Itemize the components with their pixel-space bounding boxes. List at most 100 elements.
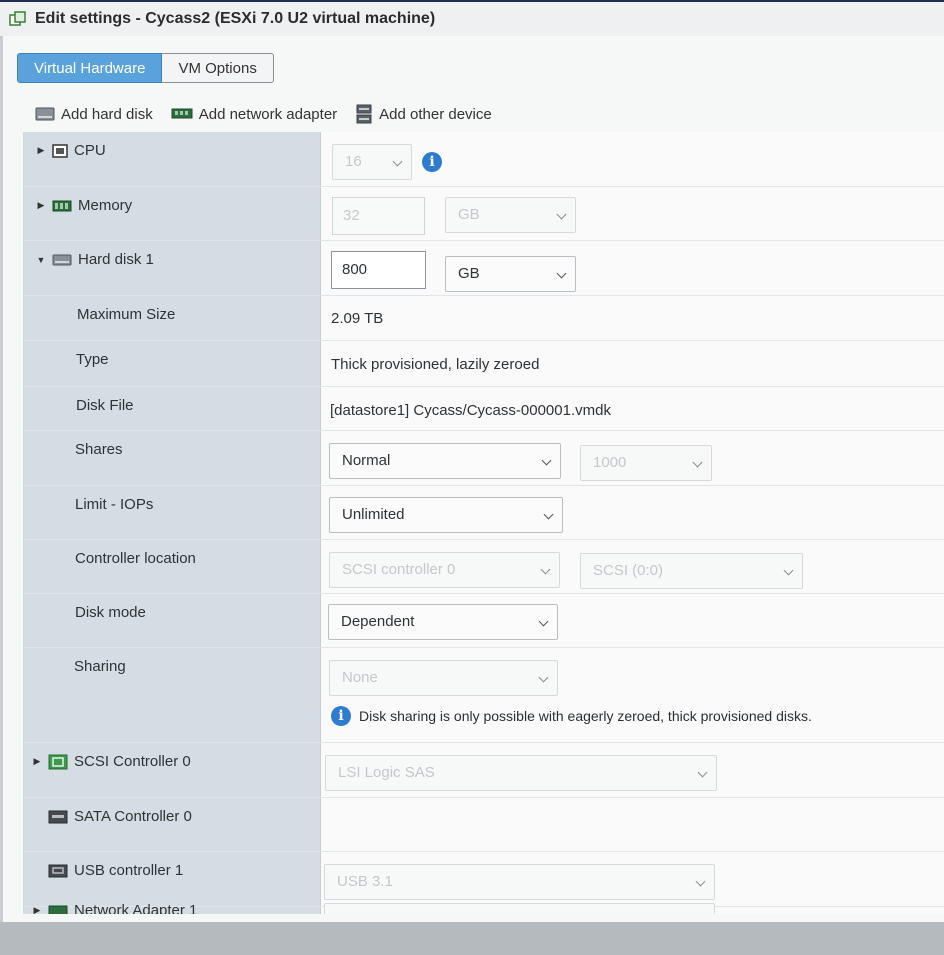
dialog-bottom-edge	[0, 922, 944, 955]
disk-mode-select[interactable]: Dependent	[328, 604, 558, 640]
disk-type-row: Type Thick provisioned, lazily zeroed	[24, 341, 944, 387]
disk-mode-label: Disk mode	[75, 604, 146, 621]
sharing-row: Sharing None i Disk sharing is only poss…	[24, 648, 944, 743]
chevron-down-icon	[783, 565, 794, 576]
title-bar: Edit settings - Cycass2 (ESXi 7.0 U2 vir…	[0, 2, 944, 37]
sata-controller-icon	[48, 810, 68, 824]
other-device-icon	[355, 104, 373, 124]
cpu-icon	[52, 143, 68, 158]
disk-type-label: Type	[76, 351, 109, 368]
memory-size-input[interactable]: 32	[332, 197, 425, 235]
network-adapter-select[interactable]	[324, 903, 715, 914]
scsi-controller-expander[interactable]: ▶ SCSI Controller 0	[32, 753, 191, 770]
memory-expander[interactable]: ▶ Memory	[36, 197, 133, 214]
usb-controller-label: USB controller 1	[74, 862, 184, 879]
scsi-controller-row: ▶ SCSI Controller 0 LSI Logic SAS	[24, 743, 944, 798]
shares-row: Shares Normal 1000	[24, 431, 944, 486]
disk-type-value: Thick provisioned, lazily zeroed	[331, 356, 540, 373]
add-other-device-button[interactable]: Add other device	[355, 104, 492, 124]
add-network-adapter-label: Add network adapter	[198, 105, 338, 123]
info-icon[interactable]: i	[422, 152, 442, 172]
hard-disk-expander[interactable]: ▼ Hard disk 1	[36, 251, 154, 268]
sata-controller-label: SATA Controller 0	[74, 808, 192, 825]
disk-mode-row: Disk mode Dependent	[24, 594, 944, 648]
chevron-down-icon	[556, 268, 567, 279]
tab-strip: Virtual Hardware VM Options	[17, 53, 274, 83]
expand-arrow-icon: ▶	[37, 145, 45, 155]
chevron-down-icon	[695, 876, 706, 887]
max-size-row: Maximum Size 2.09 TB	[24, 296, 944, 341]
sata-controller-row: SATA Controller 0	[24, 798, 944, 852]
window-title: Edit settings - Cycass2 (ESXi 7.0 U2 vir…	[35, 10, 436, 27]
collapse-arrow-icon: ▼	[36, 254, 46, 265]
sharing-info-message: i Disk sharing is only possible with eag…	[331, 706, 812, 726]
network-adapter-row: ▶ Network Adapter 1	[24, 902, 944, 914]
shares-label: Shares	[75, 441, 123, 458]
expand-arrow-icon: ▶	[37, 200, 45, 210]
max-size-label: Maximum Size	[77, 306, 176, 323]
hard-disk-icon	[52, 254, 72, 266]
controller-location-label: Controller location	[75, 550, 196, 567]
sharing-select[interactable]: None	[329, 660, 558, 696]
hard-disk-unit-select[interactable]: GB	[445, 256, 576, 292]
usb-controller-row: USB controller 1 USB 3.1	[24, 852, 944, 907]
add-other-device-label: Add other device	[379, 105, 492, 123]
hard-disk-size-input[interactable]: 800	[331, 251, 426, 289]
cpu-count-select[interactable]: 16	[332, 144, 412, 180]
scsi-controller-label: SCSI Controller 0	[74, 753, 191, 770]
sata-controller-item[interactable]: SATA Controller 0	[48, 808, 192, 825]
limit-iops-label: Limit - IOPs	[75, 496, 154, 513]
hard-disk-row: ▼ Hard disk 1 800 GB	[24, 241, 944, 296]
add-network-adapter-button[interactable]: Add network adapter	[171, 106, 337, 123]
sharing-label: Sharing	[74, 658, 126, 675]
usb-controller-icon	[48, 864, 68, 878]
scsi-controller-icon	[48, 754, 68, 770]
hard-disk-icon	[35, 107, 55, 121]
limit-iops-select[interactable]: Unlimited	[329, 497, 563, 533]
chevron-down-icon	[556, 209, 567, 220]
chevron-down-icon	[540, 564, 551, 575]
chevron-down-icon	[538, 616, 549, 627]
usb-controller-item[interactable]: USB controller 1	[48, 862, 183, 879]
chevron-down-icon	[392, 156, 403, 167]
network-adapter-expander[interactable]: ▶ Network Adapter 1	[32, 902, 197, 914]
vm-settings-icon	[9, 11, 27, 27]
cpu-expander[interactable]: ▶ CPU	[36, 142, 106, 159]
tab-vm-options[interactable]: VM Options	[162, 53, 274, 83]
disk-file-label: Disk File	[76, 397, 134, 414]
info-icon: i	[331, 706, 351, 726]
limit-iops-row: Limit - IOPs Unlimited	[24, 486, 944, 540]
hard-disk-label: Hard disk 1	[78, 251, 154, 268]
disk-file-row: Disk File [datastore1] Cycass/Cycass-000…	[24, 387, 944, 431]
tab-virtual-hardware[interactable]: Virtual Hardware	[17, 53, 163, 83]
expand-arrow-icon: ▶	[33, 756, 41, 766]
network-adapter-label: Network Adapter 1	[74, 902, 198, 914]
controller-slot-select[interactable]: SCSI (0:0)	[580, 553, 803, 589]
shares-amount-select[interactable]: 1000	[580, 445, 712, 481]
shares-select[interactable]: Normal	[329, 443, 561, 479]
memory-icon	[52, 200, 72, 212]
chevron-down-icon	[543, 509, 554, 520]
usb-controller-type-select[interactable]: USB 3.1	[324, 864, 715, 900]
chevron-down-icon	[697, 767, 708, 778]
chevron-down-icon	[541, 455, 552, 466]
memory-label: Memory	[78, 197, 133, 214]
cpu-label: CPU	[74, 142, 106, 159]
memory-unit-select[interactable]: GB	[445, 197, 576, 233]
add-hard-disk-label: Add hard disk	[61, 105, 153, 123]
network-adapter-icon	[171, 108, 193, 120]
memory-row: ▶ Memory 32 GB	[24, 187, 944, 241]
network-adapter-icon	[48, 905, 68, 914]
hardware-grid: ▶ CPU 16 i ▶ Memory 32 GB ▼ Hard disk 1 …	[23, 132, 944, 914]
sharing-info-text: Disk sharing is only possible with eager…	[359, 708, 812, 724]
cpu-row: ▶ CPU 16 i	[24, 132, 944, 187]
chevron-down-icon	[538, 672, 549, 683]
add-hard-disk-button[interactable]: Add hard disk	[35, 106, 153, 123]
device-toolbar: Add hard disk Add network adapter Add ot…	[35, 104, 510, 124]
max-size-value: 2.09 TB	[331, 310, 384, 327]
scsi-controller-type-select[interactable]: LSI Logic SAS	[325, 755, 717, 791]
controller-location-row: Controller location SCSI controller 0 SC…	[24, 540, 944, 594]
controller-select[interactable]: SCSI controller 0	[329, 552, 560, 588]
disk-file-value: [datastore1] Cycass/Cycass-000001.vmdk	[330, 402, 611, 419]
edit-settings-dialog: Virtual Hardware VM Options Add hard dis…	[3, 36, 944, 922]
